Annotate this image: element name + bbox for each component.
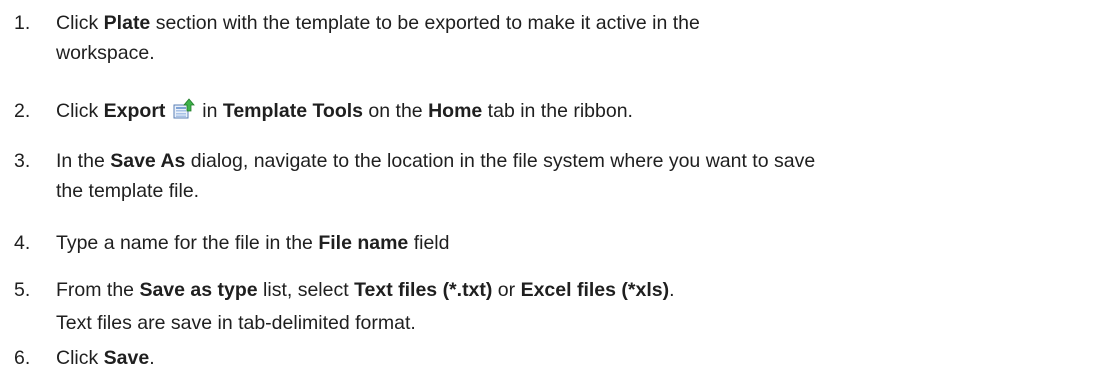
step-5-note: Text files are save in tab-delimited for… — [56, 312, 416, 334]
instruction-steps: 1. Click Plate section with the template… — [0, 0, 1096, 378]
step-number: 6. — [14, 347, 31, 369]
save-as-term: Save As — [110, 150, 186, 172]
step-text: Click Plate section with the template to… — [56, 12, 700, 64]
step-text: Type a name for the file in the File nam… — [56, 232, 450, 254]
step-number: 5. — [14, 279, 31, 301]
step-number: 1. — [14, 12, 31, 34]
export-term: Export — [103, 100, 166, 122]
save-term: Save — [103, 347, 150, 369]
home-term: Home — [428, 100, 483, 122]
step-text: Click Export in Template Tools on the Ho… — [56, 98, 633, 122]
step-text: Click Save. — [56, 347, 155, 369]
export-icon — [173, 98, 195, 120]
step-number: 3. — [14, 150, 31, 172]
step-text: In the Save As dialog, navigate to the l… — [56, 150, 816, 202]
file-name-term: File name — [318, 232, 409, 254]
step-number: 2. — [14, 100, 31, 122]
text-files-term: Text files (*.txt) — [354, 279, 493, 301]
step-text: From the Save as type list, select Text … — [56, 279, 675, 301]
excel-files-term: Excel files (*xls) — [520, 279, 670, 301]
save-as-type-term: Save as type — [139, 279, 258, 301]
template-tools-term: Template Tools — [222, 100, 364, 122]
step-number: 4. — [14, 232, 31, 254]
plate-term: Plate — [103, 12, 151, 34]
